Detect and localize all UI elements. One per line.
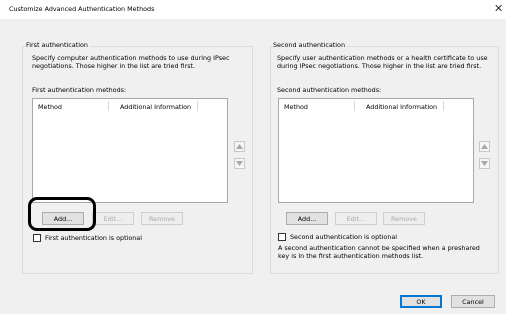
move-up-button[interactable]: [479, 141, 490, 152]
first-remove-button[interactable]: Remove: [141, 212, 183, 225]
cancel-button[interactable]: Cancel: [451, 295, 495, 308]
second-optional-checkbox[interactable]: [278, 233, 286, 241]
first-optional-label[interactable]: First authentication is optional: [45, 234, 142, 242]
column-divider: [354, 101, 355, 111]
triangle-up-icon: [236, 144, 243, 149]
move-down-button[interactable]: [234, 158, 245, 169]
second-optional-label[interactable]: Second authentication is optional: [290, 233, 397, 241]
first-auth-description: Specify computer authentication methods …: [32, 54, 230, 70]
triangle-down-icon: [481, 161, 488, 166]
highlight-ring: [28, 197, 96, 231]
first-optional-checkbox[interactable]: [33, 234, 41, 242]
ok-button[interactable]: OK: [400, 295, 442, 308]
second-remove-button[interactable]: Remove: [383, 212, 425, 225]
column-header-method[interactable]: Method: [284, 103, 308, 111]
second-auth-methods-label: Second authentication methods:: [277, 86, 382, 94]
first-auth-group-title: First authentication: [26, 41, 90, 49]
second-auth-note: A second authentication cannot be specif…: [278, 244, 480, 260]
column-divider: [197, 101, 198, 111]
second-auth-methods-list[interactable]: Method Additional Information: [278, 98, 474, 203]
dialog-title: Customize Advanced Authentication Method…: [9, 5, 155, 13]
triangle-up-icon: [481, 144, 488, 149]
second-auth-group-title: Second authentication: [273, 41, 348, 49]
triangle-down-icon: [236, 161, 243, 166]
move-up-button[interactable]: [234, 141, 245, 152]
column-divider: [108, 101, 109, 111]
first-auth-methods-label: First authentication methods:: [32, 86, 127, 94]
column-header-method[interactable]: Method: [38, 103, 62, 111]
close-icon[interactable]: ✕: [494, 2, 503, 16]
column-header-additional-info[interactable]: Additional Information: [120, 103, 191, 111]
second-add-button[interactable]: Add...: [286, 212, 328, 225]
column-divider: [443, 101, 444, 111]
first-edit-button[interactable]: Edit...: [92, 212, 134, 225]
second-edit-button[interactable]: Edit...: [335, 212, 377, 225]
second-auth-description: Specify user authentication methods or a…: [277, 54, 488, 70]
column-header-additional-info[interactable]: Additional Information: [366, 103, 437, 111]
move-down-button[interactable]: [479, 158, 490, 169]
first-auth-methods-list[interactable]: Method Additional Information: [32, 98, 228, 203]
